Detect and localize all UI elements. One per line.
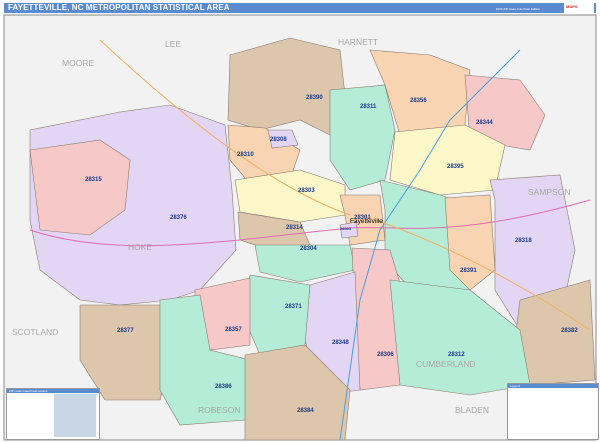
- zip-label: 28311: [360, 104, 377, 110]
- zip-area-28311[interactable]: [329, 84, 396, 191]
- zip-label: 28384: [297, 408, 314, 414]
- county-label-scotland: SCOTLAND: [12, 327, 58, 337]
- zip-label: 28310: [237, 152, 254, 158]
- zip-area-28390[interactable]: [227, 37, 346, 136]
- zip-label: 28305: [340, 226, 352, 231]
- zip-label: 28304: [300, 246, 317, 252]
- zip-index-title: ZIP Code Index/Cost Locator: [7, 389, 99, 393]
- county-label-lee: LEE: [165, 39, 181, 49]
- zip-label: 28386: [215, 384, 232, 390]
- zip-index-panel: [54, 394, 96, 437]
- county-label-sampson: SAMPSON: [528, 187, 571, 197]
- zip-label: 28303: [298, 188, 315, 194]
- county-label-cumberland: CUMBERLAND: [416, 359, 476, 369]
- zip-label: 28314: [286, 225, 303, 231]
- zip-index-legend: ZIP Code Index/Cost Locator: [6, 388, 100, 440]
- county-label-hoke: HOKE: [128, 242, 152, 252]
- zip-label: 28312: [448, 352, 465, 358]
- map-legend-title: Legend: [508, 384, 598, 388]
- county-label-bladen: BLADEN: [455, 405, 489, 415]
- zip-label: 28376: [170, 215, 187, 221]
- zip-label: 28318: [515, 238, 532, 244]
- county-label-robeson: ROBESON: [198, 405, 241, 415]
- zip-map[interactable]: LEE MOORE HARNETT HOKE SAMPSON SCOTLAND …: [0, 0, 600, 442]
- zip-label: 28390: [306, 95, 323, 101]
- zip-label: 28301: [354, 215, 371, 221]
- zip-label: 28306: [377, 352, 394, 358]
- zip-label: 28371: [285, 304, 302, 310]
- zip-label: 28395: [447, 164, 464, 170]
- zip-label: 28348: [332, 340, 349, 346]
- zip-label: 28344: [476, 120, 493, 126]
- zip-label: 28308: [270, 137, 287, 143]
- county-label-harnett: HARNETT: [338, 37, 378, 47]
- zip-label: 28356: [410, 98, 427, 104]
- zip-label: 28357: [225, 327, 242, 333]
- county-label-moore: MOORE: [62, 58, 94, 68]
- zip-label: 28377: [117, 328, 134, 334]
- zip-label: 28391: [460, 268, 477, 274]
- zip-area-28371[interactable]: [244, 274, 311, 356]
- zip-label: 28315: [85, 177, 102, 183]
- map-legend: Legend: [507, 383, 599, 440]
- zip-label: 28382: [561, 328, 578, 334]
